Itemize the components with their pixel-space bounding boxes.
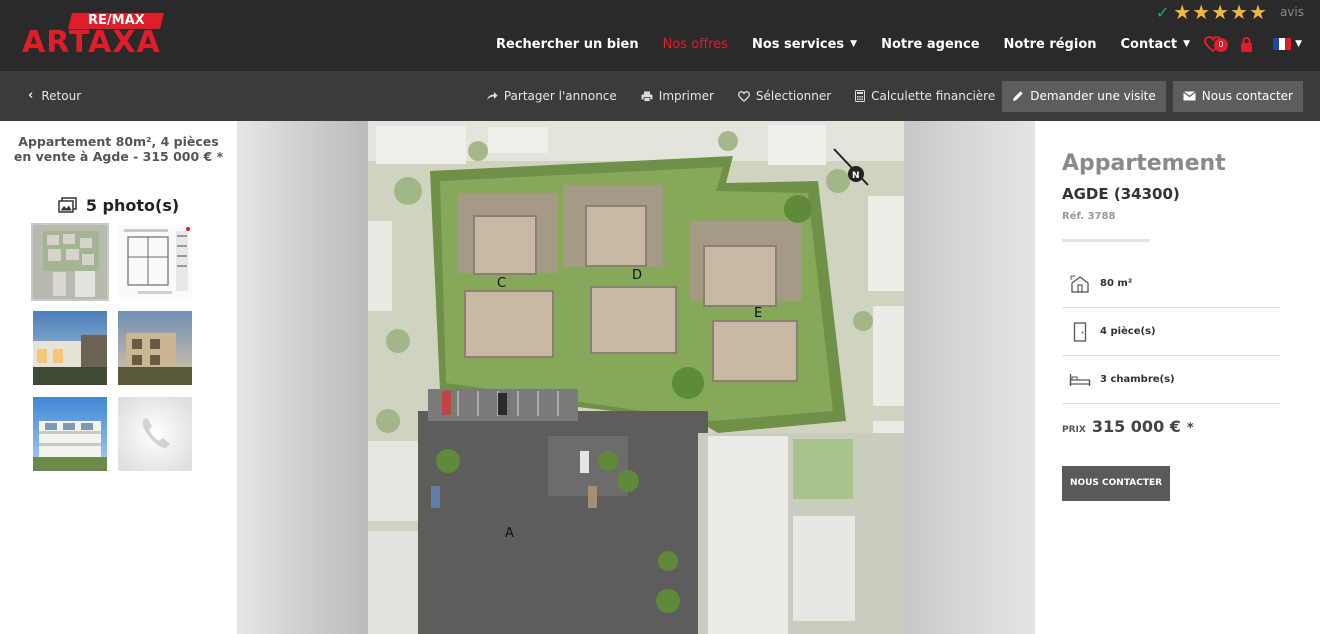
nav-nos-services[interactable]: Nos services ▼ <box>752 37 857 52</box>
bedrooms-value: 3 chambre(s) <box>1100 374 1175 385</box>
favorites-count: 0 <box>1214 38 1229 52</box>
property-price: PRIX 315 000 € * <box>1062 417 1194 436</box>
rooms-value: 4 pièce(s) <box>1100 326 1156 337</box>
thumbnail-2[interactable] <box>118 225 192 299</box>
language-selector[interactable]: ▼ <box>1273 38 1302 50</box>
login-button[interactable] <box>1240 36 1253 52</box>
photos-icon <box>58 197 77 213</box>
pencil-icon <box>1013 91 1023 101</box>
building-label-d: D <box>632 268 642 283</box>
nav-nos-offres[interactable]: Nos offres <box>663 37 728 52</box>
property-type: Appartement <box>1062 151 1226 176</box>
back-button[interactable]: ‹ Retour <box>28 88 81 103</box>
price-value: 315 000 € <box>1091 417 1181 436</box>
thumbnail-1[interactable] <box>31 223 109 301</box>
main-photo[interactable]: C D E A N <box>237 121 1035 634</box>
building-label-a: A <box>505 526 514 541</box>
main-nav: Rechercher un bien Nos offres Nos servic… <box>472 36 1302 52</box>
property-reference: Réf. 3788 <box>1062 211 1116 222</box>
thumbnail-4[interactable] <box>118 311 192 385</box>
print-button[interactable]: Imprimer <box>641 89 714 103</box>
contact-us-button[interactable]: Nous contacter <box>1172 80 1303 112</box>
thumbnail-exterior-street <box>118 311 192 385</box>
nav-rechercher[interactable]: Rechercher un bien <box>496 37 639 52</box>
building-label-c: C <box>497 276 506 291</box>
heart-icon <box>737 90 750 102</box>
calculator-button[interactable]: Calculette financière <box>855 89 995 103</box>
chevron-down-icon: ▼ <box>1295 39 1302 49</box>
nav-contact[interactable]: Contact ▼ <box>1121 37 1191 52</box>
building-label-e: E <box>754 306 762 321</box>
compass-label: N <box>852 171 860 181</box>
nav-notre-agence[interactable]: Notre agence <box>881 37 979 52</box>
thumbnail-6[interactable] <box>118 397 192 471</box>
gallery-panel: Appartement 80m², 4 pièces en vente à Ag… <box>0 121 237 634</box>
printer-icon <box>641 91 653 102</box>
nous-contacter-button[interactable]: NOUS CONTACTER <box>1062 466 1170 501</box>
select-button[interactable]: Sélectionner <box>737 89 831 103</box>
feature-surface: 80 m² <box>1062 260 1280 308</box>
envelope-icon <box>1182 91 1196 101</box>
site-header: RE/MAX ARTAXA ✓ ★★★★★ avis Rechercher un… <box>0 0 1320 71</box>
share-button[interactable]: Partager l'annonce <box>486 89 617 103</box>
french-flag-icon <box>1273 38 1292 50</box>
calculator-icon <box>855 90 866 102</box>
price-label: PRIX <box>1062 425 1086 435</box>
thumbnail-3[interactable] <box>33 311 107 385</box>
divider <box>1062 239 1150 242</box>
house-area-icon <box>1067 273 1093 295</box>
phone-icon <box>118 397 192 471</box>
rating-stars: ★★★★★ <box>1173 0 1268 24</box>
photo-count: 5 photo(s) <box>0 196 237 215</box>
check-icon: ✓ <box>1155 2 1170 22</box>
logo-brand-text: ARTAXA <box>22 25 161 60</box>
price-footnote-mark: * <box>1186 421 1194 436</box>
listing-title: Appartement 80m², 4 pièces en vente à Ag… <box>13 134 224 164</box>
listing-actions: Partager l'annonce Imprimer Sélectionner… <box>462 80 1303 112</box>
thumbnail-building-day <box>33 397 107 471</box>
property-summary: Appartement AGDE (34300) Réf. 3788 80 m²… <box>1035 121 1320 634</box>
bed-icon <box>1067 369 1093 391</box>
thumbnail-exterior-evening <box>33 311 107 385</box>
favorites-button[interactable]: 0 <box>1204 36 1229 52</box>
surface-value: 80 m² <box>1100 278 1133 289</box>
request-visit-button[interactable]: Demander une visite <box>1002 80 1166 112</box>
chevron-down-icon: ▼ <box>1183 39 1191 49</box>
feature-bedrooms: 3 chambre(s) <box>1062 356 1280 404</box>
share-icon <box>486 92 498 100</box>
rating-label: avis <box>1279 5 1304 19</box>
feature-rooms: 4 pièce(s) <box>1062 308 1280 356</box>
chevron-left-icon: ‹ <box>28 88 34 103</box>
site-plan-aerial-image: C D E A N <box>368 121 904 634</box>
listing-toolbar: ‹ Retour Partager l'annonce Imprimer Sél… <box>0 71 1320 121</box>
thumbnail-floor-plan <box>118 225 192 299</box>
nav-notre-region[interactable]: Notre région <box>1004 37 1097 52</box>
rating-widget[interactable]: ✓ ★★★★★ avis <box>1155 0 1304 24</box>
door-icon <box>1067 321 1093 343</box>
property-city: AGDE (34300) <box>1062 185 1180 203</box>
lock-icon <box>1241 36 1253 52</box>
remax-artaxa-logo[interactable]: RE/MAX ARTAXA <box>22 13 164 60</box>
chevron-down-icon: ▼ <box>850 39 858 49</box>
thumbnail-site-plan <box>33 225 107 299</box>
thumbnail-5[interactable] <box>33 397 107 471</box>
